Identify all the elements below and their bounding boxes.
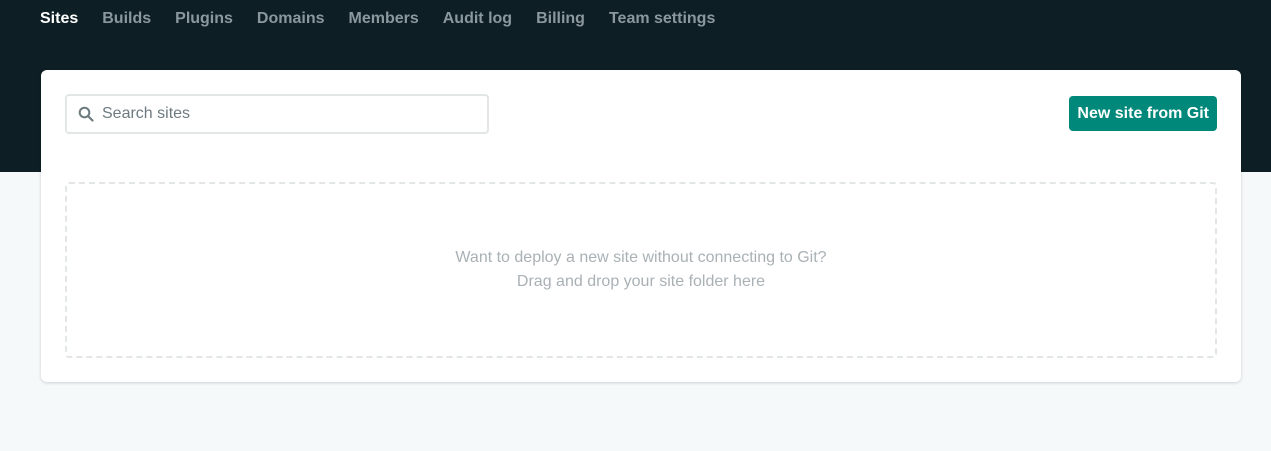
search-box[interactable]	[65, 94, 489, 134]
nav-item-members[interactable]: Members	[349, 0, 419, 38]
nav-item-audit-log[interactable]: Audit log	[443, 0, 512, 38]
top-nav: Sites Builds Plugins Domains Members Aud…	[40, 0, 739, 38]
nav-item-team-settings[interactable]: Team settings	[609, 0, 715, 38]
search-icon	[78, 106, 94, 122]
sites-card: New site from Git Want to deploy a new s…	[41, 70, 1241, 382]
dropzone-instruction: Drag and drop your site folder here	[516, 273, 766, 290]
dropzone-prompt: Want to deploy a new site without connec…	[455, 249, 827, 266]
nav-item-plugins[interactable]: Plugins	[175, 0, 233, 38]
deploy-dropzone[interactable]: Want to deploy a new site without connec…	[65, 182, 1217, 358]
search-input[interactable]	[102, 105, 472, 123]
new-site-from-git-button[interactable]: New site from Git	[1069, 96, 1217, 131]
nav-item-builds[interactable]: Builds	[102, 0, 151, 38]
nav-item-sites[interactable]: Sites	[40, 0, 78, 38]
page: Sites Builds Plugins Domains Members Aud…	[0, 0, 1271, 451]
nav-item-billing[interactable]: Billing	[536, 0, 585, 38]
nav-item-domains[interactable]: Domains	[257, 0, 325, 38]
